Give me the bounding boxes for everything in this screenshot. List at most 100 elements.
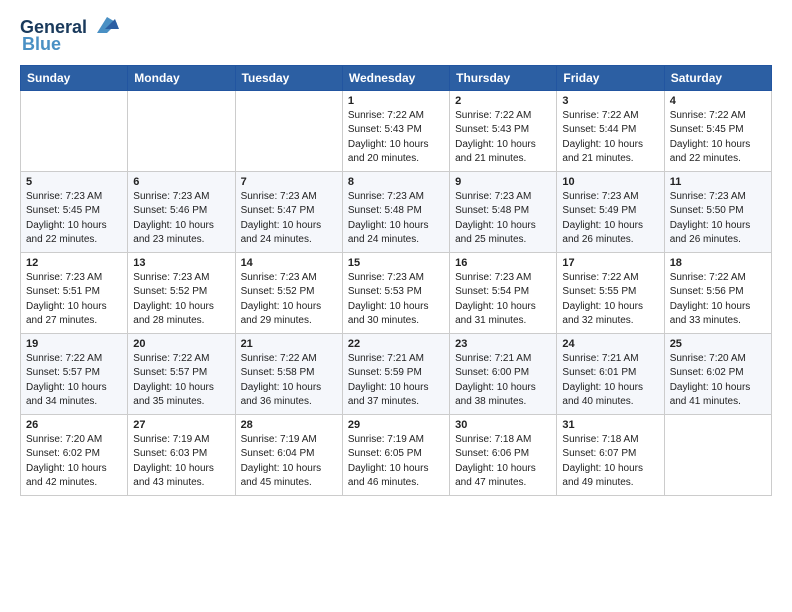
day-info: Sunrise: 7:19 AM Sunset: 6:04 PM Dayligh… bbox=[241, 433, 337, 491]
day-number: 13 bbox=[133, 257, 229, 269]
day-info: Sunrise: 7:23 AM Sunset: 5:51 PM Dayligh… bbox=[26, 271, 122, 329]
calendar-cell: 15Sunrise: 7:23 AM Sunset: 5:53 PM Dayli… bbox=[342, 252, 449, 333]
day-info: Sunrise: 7:22 AM Sunset: 5:43 PM Dayligh… bbox=[455, 109, 551, 167]
day-number: 22 bbox=[348, 338, 444, 350]
week-row-4: 19 Sunrise: 7:22 AM Sunset: 5:57 PM Dayli… bbox=[21, 333, 772, 414]
calendar-cell: 9 Sunrise: 7:23 AM Sunset: 5:48 PM Daylig… bbox=[450, 171, 557, 252]
calendar-cell: 19 Sunrise: 7:22 AM Sunset: 5:57 PM Dayli… bbox=[21, 333, 128, 414]
day-number: 3 bbox=[562, 95, 658, 107]
day-info: Sunrise: 7:22 AM Sunset: 5:45 PM Dayligh… bbox=[670, 109, 766, 167]
header: General Blue bbox=[20, 18, 772, 55]
day-info: Sunrise: 7:19 AM Sunset: 6:03 PM Dayligh… bbox=[133, 433, 229, 491]
day-number: 31 bbox=[562, 419, 658, 431]
day-number: 10 bbox=[562, 176, 658, 188]
calendar-cell: 23 Sunrise: 7:21 AM Sunset: 6:00 PM Dayli… bbox=[450, 333, 557, 414]
weekday-header-monday: Monday bbox=[128, 65, 235, 90]
day-number: 23 bbox=[455, 338, 551, 350]
week-row-1: 1 Sunrise: 7:22 AM Sunset: 5:43 PM Daylig… bbox=[21, 90, 772, 171]
calendar-cell: 21 Sunrise: 7:22 AM Sunset: 5:58 PM Dayli… bbox=[235, 333, 342, 414]
calendar-cell: 17 Sunrise: 7:22 AM Sunset: 5:55 PM Dayli… bbox=[557, 252, 664, 333]
calendar-cell: 6Sunrise: 7:23 AM Sunset: 5:46 PM Daylig… bbox=[128, 171, 235, 252]
logo: General Blue bbox=[20, 18, 121, 55]
day-number: 2 bbox=[455, 95, 551, 107]
day-number: 20 bbox=[133, 338, 229, 350]
day-info: Sunrise: 7:23 AM Sunset: 5:54 PM Dayligh… bbox=[455, 271, 551, 329]
calendar: SundayMondayTuesdayWednesdayThursdayFrid… bbox=[20, 65, 772, 496]
day-number: 25 bbox=[670, 338, 766, 350]
day-info: Sunrise: 7:23 AM Sunset: 5:52 PM Dayligh… bbox=[241, 271, 337, 329]
weekday-header-saturday: Saturday bbox=[664, 65, 771, 90]
day-number: 7 bbox=[241, 176, 337, 188]
calendar-cell: 1 Sunrise: 7:22 AM Sunset: 5:43 PM Daylig… bbox=[342, 90, 449, 171]
calendar-cell: 22 Sunrise: 7:21 AM Sunset: 5:59 PM Dayli… bbox=[342, 333, 449, 414]
calendar-cell: 2 Sunrise: 7:22 AM Sunset: 5:43 PM Daylig… bbox=[450, 90, 557, 171]
day-number: 1 bbox=[348, 95, 444, 107]
day-info: Sunrise: 7:22 AM Sunset: 5:43 PM Dayligh… bbox=[348, 109, 444, 167]
calendar-cell: 31 Sunrise: 7:18 AM Sunset: 6:07 PM Dayli… bbox=[557, 414, 664, 495]
day-number: 16 bbox=[455, 257, 551, 269]
day-number: 26 bbox=[26, 419, 122, 431]
day-number: 9 bbox=[455, 176, 551, 188]
calendar-cell: 10Sunrise: 7:23 AM Sunset: 5:49 PM Dayli… bbox=[557, 171, 664, 252]
day-info: Sunrise: 7:23 AM Sunset: 5:53 PM Dayligh… bbox=[348, 271, 444, 329]
calendar-cell: 18 Sunrise: 7:22 AM Sunset: 5:56 PM Dayli… bbox=[664, 252, 771, 333]
calendar-cell: 13Sunrise: 7:23 AM Sunset: 5:52 PM Dayli… bbox=[128, 252, 235, 333]
logo-blue: Blue bbox=[22, 34, 61, 55]
weekday-header-row: SundayMondayTuesdayWednesdayThursdayFrid… bbox=[21, 65, 772, 90]
day-number: 30 bbox=[455, 419, 551, 431]
day-info: Sunrise: 7:18 AM Sunset: 6:07 PM Dayligh… bbox=[562, 433, 658, 491]
day-info: Sunrise: 7:22 AM Sunset: 5:58 PM Dayligh… bbox=[241, 352, 337, 410]
day-number: 8 bbox=[348, 176, 444, 188]
day-info: Sunrise: 7:22 AM Sunset: 5:57 PM Dayligh… bbox=[26, 352, 122, 410]
day-info: Sunrise: 7:21 AM Sunset: 5:59 PM Dayligh… bbox=[348, 352, 444, 410]
day-info: Sunrise: 7:21 AM Sunset: 6:00 PM Dayligh… bbox=[455, 352, 551, 410]
weekday-header-wednesday: Wednesday bbox=[342, 65, 449, 90]
day-info: Sunrise: 7:18 AM Sunset: 6:06 PM Dayligh… bbox=[455, 433, 551, 491]
day-info: Sunrise: 7:22 AM Sunset: 5:56 PM Dayligh… bbox=[670, 271, 766, 329]
calendar-cell: 26 Sunrise: 7:20 AM Sunset: 6:02 PM Dayli… bbox=[21, 414, 128, 495]
calendar-cell: 28 Sunrise: 7:19 AM Sunset: 6:04 PM Dayli… bbox=[235, 414, 342, 495]
day-info: Sunrise: 7:19 AM Sunset: 6:05 PM Dayligh… bbox=[348, 433, 444, 491]
weekday-header-sunday: Sunday bbox=[21, 65, 128, 90]
calendar-cell bbox=[128, 90, 235, 171]
calendar-cell bbox=[664, 414, 771, 495]
calendar-cell: 20 Sunrise: 7:22 AM Sunset: 5:57 PM Dayli… bbox=[128, 333, 235, 414]
calendar-cell bbox=[235, 90, 342, 171]
calendar-cell: 12Sunrise: 7:23 AM Sunset: 5:51 PM Dayli… bbox=[21, 252, 128, 333]
calendar-cell: 7 Sunrise: 7:23 AM Sunset: 5:47 PM Daylig… bbox=[235, 171, 342, 252]
calendar-cell: 27Sunrise: 7:19 AM Sunset: 6:03 PM Dayli… bbox=[128, 414, 235, 495]
day-info: Sunrise: 7:23 AM Sunset: 5:45 PM Dayligh… bbox=[26, 190, 122, 248]
calendar-cell: 4 Sunrise: 7:22 AM Sunset: 5:45 PM Daylig… bbox=[664, 90, 771, 171]
day-info: Sunrise: 7:23 AM Sunset: 5:48 PM Dayligh… bbox=[455, 190, 551, 248]
day-number: 14 bbox=[241, 257, 337, 269]
day-info: Sunrise: 7:22 AM Sunset: 5:57 PM Dayligh… bbox=[133, 352, 229, 410]
day-number: 17 bbox=[562, 257, 658, 269]
day-number: 28 bbox=[241, 419, 337, 431]
day-number: 18 bbox=[670, 257, 766, 269]
day-number: 29 bbox=[348, 419, 444, 431]
day-info: Sunrise: 7:23 AM Sunset: 5:46 PM Dayligh… bbox=[133, 190, 229, 248]
calendar-cell: 5 Sunrise: 7:23 AM Sunset: 5:45 PM Daylig… bbox=[21, 171, 128, 252]
day-number: 21 bbox=[241, 338, 337, 350]
calendar-cell: 8Sunrise: 7:23 AM Sunset: 5:48 PM Daylig… bbox=[342, 171, 449, 252]
calendar-cell: 30 Sunrise: 7:18 AM Sunset: 6:06 PM Dayli… bbox=[450, 414, 557, 495]
day-number: 5 bbox=[26, 176, 122, 188]
day-info: Sunrise: 7:23 AM Sunset: 5:47 PM Dayligh… bbox=[241, 190, 337, 248]
calendar-cell: 11Sunrise: 7:23 AM Sunset: 5:50 PM Dayli… bbox=[664, 171, 771, 252]
calendar-cell: 29 Sunrise: 7:19 AM Sunset: 6:05 PM Dayli… bbox=[342, 414, 449, 495]
day-number: 19 bbox=[26, 338, 122, 350]
day-info: Sunrise: 7:22 AM Sunset: 5:55 PM Dayligh… bbox=[562, 271, 658, 329]
day-number: 11 bbox=[670, 176, 766, 188]
calendar-cell: 24 Sunrise: 7:21 AM Sunset: 6:01 PM Dayli… bbox=[557, 333, 664, 414]
day-number: 4 bbox=[670, 95, 766, 107]
page: General Blue SundayMondayTuesdayWednesda… bbox=[0, 0, 792, 612]
calendar-cell: 3Sunrise: 7:22 AM Sunset: 5:44 PM Daylig… bbox=[557, 90, 664, 171]
calendar-cell: 14 Sunrise: 7:23 AM Sunset: 5:52 PM Dayli… bbox=[235, 252, 342, 333]
week-row-3: 12Sunrise: 7:23 AM Sunset: 5:51 PM Dayli… bbox=[21, 252, 772, 333]
day-info: Sunrise: 7:21 AM Sunset: 6:01 PM Dayligh… bbox=[562, 352, 658, 410]
weekday-header-thursday: Thursday bbox=[450, 65, 557, 90]
day-number: 24 bbox=[562, 338, 658, 350]
logo-icon bbox=[89, 15, 121, 37]
day-info: Sunrise: 7:20 AM Sunset: 6:02 PM Dayligh… bbox=[670, 352, 766, 410]
day-info: Sunrise: 7:20 AM Sunset: 6:02 PM Dayligh… bbox=[26, 433, 122, 491]
